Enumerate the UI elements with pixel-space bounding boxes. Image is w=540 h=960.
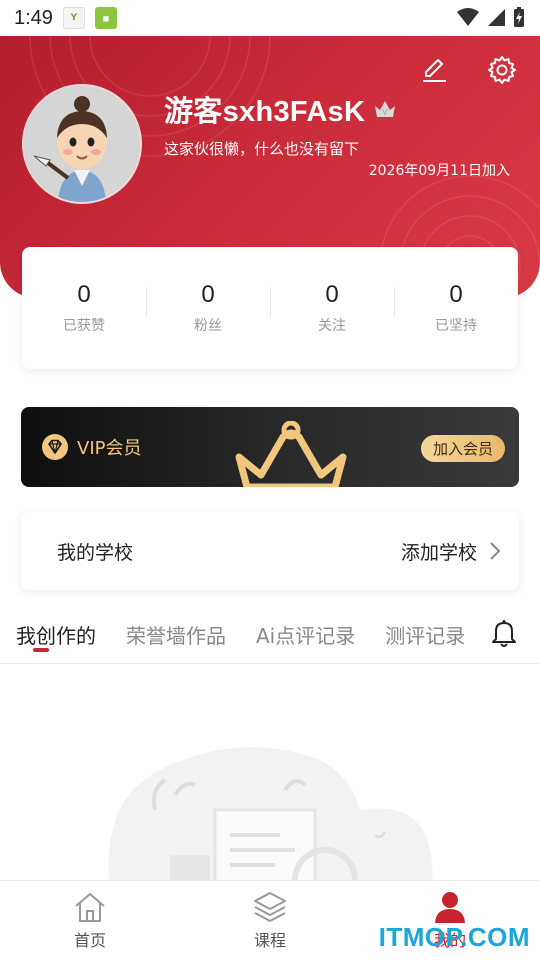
wifi-icon [457,8,479,26]
layers-icon [254,892,286,923]
stat-label: 已获赞 [63,318,105,334]
add-school-link[interactable]: 添加学校 [401,538,477,565]
cartoon-boy-avatar-icon [24,86,140,202]
empty-state-illustration [108,747,433,890]
content-tabs: 我创作的 荣誉墙作品 Ai点评记录 测评记录 [0,608,540,664]
stat-value: 0 [449,281,463,308]
status-time: 1:49 [14,6,53,29]
crown-badge-icon: V [375,101,396,117]
username-row: 游客sxh3FAsK V [164,88,397,130]
bell-icon[interactable] [490,618,518,648]
battery-icon [514,7,524,27]
nav-label: 首页 [73,931,106,950]
stat-value: 0 [325,281,339,308]
diamond-icon [42,434,68,460]
avatar[interactable] [22,84,142,204]
stat-label: 关注 [318,318,346,334]
vip-crown-icon [235,421,347,487]
tab-assessment-records[interactable]: 测评记录 [385,608,465,649]
stat-streak[interactable]: 0 已坚持 [394,281,518,335]
gear-icon [488,56,516,84]
nav-courses[interactable]: 课程 [180,881,360,960]
stat-label: 粉丝 [194,318,222,334]
tab-my-creations[interactable]: 我创作的 [16,608,96,649]
signal-icon [488,9,505,26]
vip-card[interactable]: VIP会员 加入会员 [21,407,519,487]
settings-button[interactable] [486,54,518,86]
active-tab-indicator [33,648,49,652]
home-icon [75,893,105,922]
chevron-right-icon [490,542,501,560]
svg-text:V: V [383,108,389,117]
status-bar: 1:49 Y ◼ [0,0,540,36]
stat-value: 0 [201,281,215,308]
tab-honor-wall[interactable]: 荣誉墙作品 [126,608,226,649]
stat-following[interactable]: 0 关注 [270,281,394,335]
header-actions [418,54,518,86]
edit-button[interactable] [418,54,450,86]
stat-label: 已坚持 [435,318,477,334]
join-date: 2026年09月11日加入 [368,163,510,179]
site-watermark: ITMOP.COM [378,922,530,952]
nav-home[interactable]: 首页 [0,881,180,960]
nav-label: 课程 [253,931,286,950]
status-indicators [456,6,526,28]
tab-ai-review-records[interactable]: Ai点评记录 [256,608,355,649]
school-label: 我的学校 [57,541,134,564]
stats-card: 0 已获赞 0 粉丝 0 关注 0 已坚持 [22,247,518,369]
school-card[interactable]: 我的学校 添加学校 [21,512,519,590]
join-vip-button[interactable]: 加入会员 [420,435,505,462]
vip-title-group: VIP会员 [41,433,141,461]
pencil-icon [423,59,446,82]
profile-signature: 这家伙很懒，什么也没有留下 [164,140,360,158]
vip-title: VIP会员 [77,438,142,459]
user-icon [435,892,465,923]
username: 游客sxh3FAsK [164,96,366,128]
app-notification-icon: ◼ [94,7,117,29]
app-notification-icon: Y [62,7,85,29]
stat-likes[interactable]: 0 已获赞 [22,281,146,335]
stat-fans[interactable]: 0 粉丝 [146,281,270,335]
stat-value: 0 [77,281,91,308]
